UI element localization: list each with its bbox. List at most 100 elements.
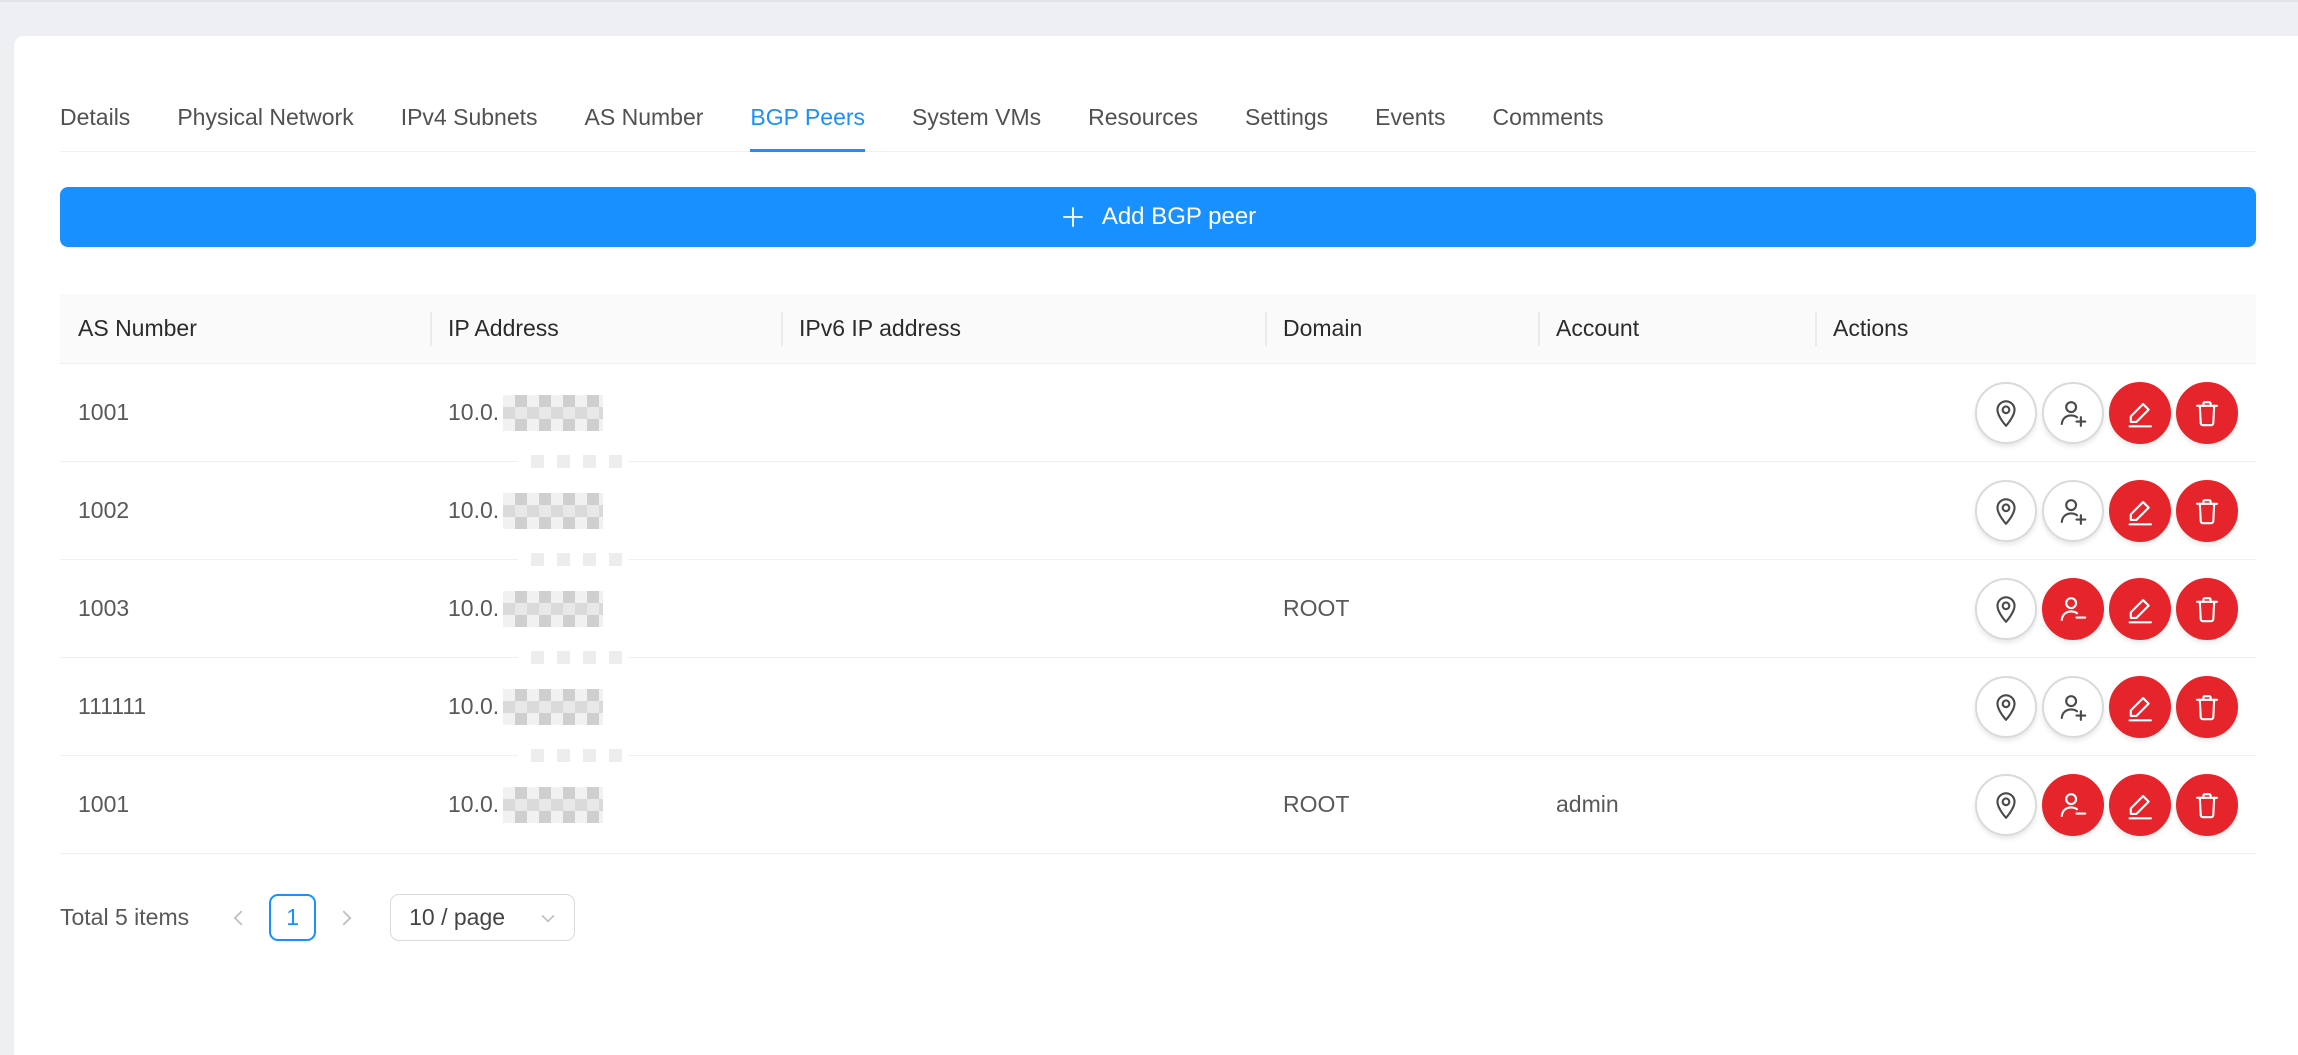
tab-physical-network[interactable]: Physical Network xyxy=(177,84,353,151)
content-card: Details Physical Network IPv4 Subnets AS… xyxy=(14,36,2298,1055)
account-assign-button[interactable] xyxy=(2042,382,2104,444)
add-bgp-peer-label: Add BGP peer xyxy=(1102,203,1256,231)
edit-pencil-icon xyxy=(2124,789,2156,821)
table-row: 111111 10.0. xyxy=(60,658,2256,756)
as-number-cell: 1001 xyxy=(60,756,430,853)
page-1-button[interactable]: 1 xyxy=(269,894,316,941)
as-number-cell: 111111 xyxy=(60,658,430,755)
account-cell xyxy=(1538,462,1815,559)
previous-page-button[interactable] xyxy=(221,907,257,929)
column-header-ipv6-address: IPv6 IP address xyxy=(781,315,1265,342)
domain-cell xyxy=(1265,658,1538,755)
edit-pencil-icon xyxy=(2124,691,2156,723)
dedicate-location-button[interactable] xyxy=(1975,382,2037,444)
account-remove-button[interactable] xyxy=(2042,578,2104,640)
censor-artifact xyxy=(518,553,628,566)
location-pin-icon xyxy=(1990,691,2022,723)
ip-address-cell: 10.0. xyxy=(430,658,781,755)
user-add-icon xyxy=(2057,495,2089,527)
tab-bgp-peers[interactable]: BGP Peers xyxy=(750,84,865,151)
page-size-select[interactable]: 10 / page xyxy=(390,894,575,941)
ip-address-cell: 10.0. xyxy=(430,364,781,461)
column-header-actions: Actions xyxy=(1815,315,2256,342)
location-pin-icon xyxy=(1990,397,2022,429)
ipv6-address-cell xyxy=(781,364,1265,461)
chevron-left-icon xyxy=(228,907,250,929)
ipv6-address-cell xyxy=(781,658,1265,755)
table-row: 1001 10.0. ROOT admin xyxy=(60,756,2256,854)
tab-as-number[interactable]: AS Number xyxy=(585,84,704,151)
edit-pencil-icon xyxy=(2124,593,2156,625)
censored-ip xyxy=(503,591,603,627)
account-cell xyxy=(1538,560,1815,657)
censor-artifact xyxy=(518,651,628,664)
column-header-account: Account xyxy=(1538,315,1815,342)
location-pin-icon xyxy=(1990,789,2022,821)
as-number-cell: 1002 xyxy=(60,462,430,559)
censor-artifact xyxy=(518,455,628,468)
tab-settings[interactable]: Settings xyxy=(1245,84,1328,151)
account-assign-button[interactable] xyxy=(2042,676,2104,738)
bgp-peers-table: AS Number IP Address IPv6 IP address Dom… xyxy=(60,294,2256,854)
domain-cell xyxy=(1265,462,1538,559)
dedicate-location-button[interactable] xyxy=(1975,578,2037,640)
account-cell: admin xyxy=(1538,756,1815,853)
tab-system-vms[interactable]: System VMs xyxy=(912,84,1041,151)
edit-button[interactable] xyxy=(2109,578,2171,640)
tab-resources[interactable]: Resources xyxy=(1088,84,1198,151)
table-row: 1003 10.0. ROOT xyxy=(60,560,2256,658)
table-row: 1001 10.0. xyxy=(60,364,2256,462)
domain-cell: ROOT xyxy=(1265,560,1538,657)
column-header-ip-address: IP Address xyxy=(430,315,781,342)
next-page-button[interactable] xyxy=(328,907,364,929)
ip-address-cell: 10.0. xyxy=(430,560,781,657)
edit-button[interactable] xyxy=(2109,480,2171,542)
dedicate-location-button[interactable] xyxy=(1975,480,2037,542)
tab-comments[interactable]: Comments xyxy=(1492,84,1603,151)
ip-address-cell: 10.0. xyxy=(430,756,781,853)
trash-icon xyxy=(2191,789,2223,821)
trash-icon xyxy=(2191,691,2223,723)
edit-button[interactable] xyxy=(2109,676,2171,738)
pagination: Total 5 items 1 10 / page xyxy=(60,894,2256,941)
plus-icon xyxy=(1060,204,1086,230)
tab-bar: Details Physical Network IPv4 Subnets AS… xyxy=(60,84,2256,152)
tab-details[interactable]: Details xyxy=(60,84,130,151)
delete-button[interactable] xyxy=(2176,578,2238,640)
user-remove-icon xyxy=(2057,789,2089,821)
tab-events[interactable]: Events xyxy=(1375,84,1445,151)
actions-cell xyxy=(1815,364,2256,461)
column-header-as-number: AS Number xyxy=(60,315,430,342)
user-add-icon xyxy=(2057,691,2089,723)
user-add-icon xyxy=(2057,397,2089,429)
delete-button[interactable] xyxy=(2176,676,2238,738)
censor-artifact xyxy=(518,749,628,762)
add-bgp-peer-button[interactable]: Add BGP peer xyxy=(60,187,2256,247)
ipv6-address-cell xyxy=(781,560,1265,657)
trash-icon xyxy=(2191,593,2223,625)
as-number-cell: 1003 xyxy=(60,560,430,657)
table-header-row: AS Number IP Address IPv6 IP address Dom… xyxy=(60,294,2256,364)
delete-button[interactable] xyxy=(2176,480,2238,542)
trash-icon xyxy=(2191,397,2223,429)
dedicate-location-button[interactable] xyxy=(1975,774,2037,836)
edit-button[interactable] xyxy=(2109,382,2171,444)
edit-button[interactable] xyxy=(2109,774,2171,836)
account-assign-button[interactable] xyxy=(2042,480,2104,542)
actions-cell xyxy=(1815,462,2256,559)
delete-button[interactable] xyxy=(2176,774,2238,836)
trash-icon xyxy=(2191,495,2223,527)
account-remove-button[interactable] xyxy=(2042,774,2104,836)
censored-ip xyxy=(503,689,603,725)
dedicate-location-button[interactable] xyxy=(1975,676,2037,738)
page-background-band xyxy=(0,0,2298,36)
user-remove-icon xyxy=(2057,593,2089,625)
domain-cell: ROOT xyxy=(1265,756,1538,853)
pagination-total: Total 5 items xyxy=(60,904,189,931)
domain-cell xyxy=(1265,364,1538,461)
ipv6-address-cell xyxy=(781,756,1265,853)
censored-ip xyxy=(503,787,603,823)
chevron-right-icon xyxy=(335,907,357,929)
tab-ipv4-subnets[interactable]: IPv4 Subnets xyxy=(401,84,538,151)
delete-button[interactable] xyxy=(2176,382,2238,444)
